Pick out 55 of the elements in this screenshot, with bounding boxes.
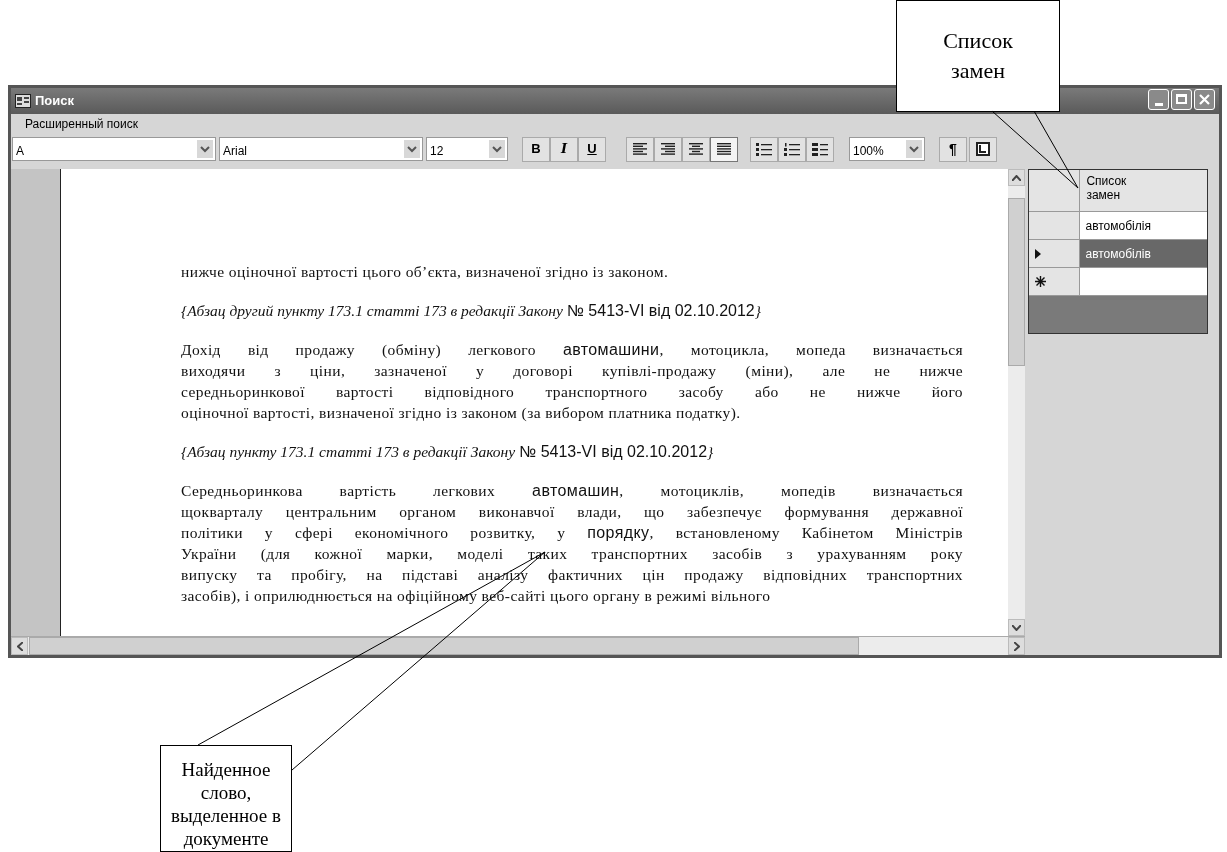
numbered-list-icon: [784, 142, 800, 156]
align-right-button[interactable]: [654, 136, 682, 162]
body-paragraph: нижче оціночної вартості цього об’єкта, визначеної згідно із законом.: [181, 262, 670, 282]
paragraph-marks-button[interactable]: ¶: [939, 136, 967, 162]
italic-button[interactable]: I: [550, 136, 578, 162]
table-cell[interactable]: [1080, 268, 1207, 296]
align-center-icon: [689, 143, 703, 155]
zoom-dropdown[interactable]: 100%: [849, 137, 925, 161]
page-icon: [976, 142, 990, 156]
size-dropdown[interactable]: 12: [426, 137, 508, 161]
align-justify-button[interactable]: [710, 136, 738, 162]
page-button[interactable]: [969, 136, 997, 162]
underline-button[interactable]: U: [578, 136, 606, 162]
new-row-icon: [1035, 276, 1046, 287]
caret-icon: [197, 140, 213, 158]
bullet-list-icon: [756, 142, 772, 156]
amendment-note: {Абзац пункту 173.1 статті 173 в редакції Закону № 5413-VI від 02.10.2012}: [181, 442, 715, 462]
scroll-left-icon: [16, 641, 23, 651]
table-cell[interactable]: автомобілія: [1080, 212, 1207, 240]
align-left-button[interactable]: [626, 136, 654, 162]
app-icon: [15, 94, 31, 108]
callout-label: Найденное слово, выделенное в документе: [160, 745, 292, 852]
corner-cell: [1029, 170, 1081, 212]
amendment-note: {Абзац другий пункту 173.1 статті 173 в редакції Закону № 5413-VI від 02.10.2012}: [181, 301, 762, 321]
font-dropdown[interactable]: Arial: [219, 137, 423, 161]
callout-label: Список замен: [896, 0, 1060, 112]
vertical-scrollbar[interactable]: [1008, 169, 1025, 636]
align-justify-icon: [717, 143, 731, 155]
table-cell[interactable]: автомобілів: [1080, 240, 1207, 268]
multilevel-list-icon: [812, 142, 828, 156]
close-button[interactable]: [1194, 88, 1215, 110]
body-paragraph: Дохід від продажу (обміну) легкового автомашини, мотоцикла, мопеда визначається виходячи з ціни, зазначеної у договорі купівлі-продажу (міни), але не нижче середньоринкової вартості відповідного транспортного засобу або не нижче його оціночної вартості, визначеної згідно із законом (за вибором платника податку).: [181, 340, 963, 423]
minimize-button[interactable]: [1148, 88, 1169, 110]
scroll-down-icon: [1012, 624, 1021, 631]
horizontal-scrollbar[interactable]: [11, 636, 1025, 655]
scroll-up-icon: [1012, 174, 1021, 181]
menu-item[interactable]: Расширенный поиск: [25, 115, 138, 133]
bold-button[interactable]: B: [522, 136, 550, 162]
align-right-icon: [661, 143, 675, 155]
align-center-button[interactable]: [682, 136, 710, 162]
row-header[interactable]: [1029, 268, 1081, 296]
scroll-right-icon: [1013, 641, 1020, 651]
numbers-list-button[interactable]: [778, 136, 806, 162]
column-header[interactable]: Список замен: [1080, 170, 1207, 212]
bullets-list-button[interactable]: [750, 136, 778, 162]
align-left-icon: [633, 143, 647, 155]
style-dropdown[interactable]: A: [12, 137, 216, 161]
outline-list-button[interactable]: [806, 136, 834, 162]
maximize-button[interactable]: [1171, 88, 1192, 110]
window-title: Поиск: [35, 92, 74, 111]
caret-icon: [404, 140, 420, 158]
current-row-icon: [1035, 248, 1041, 259]
caret-icon: [489, 140, 505, 158]
caret-icon: [906, 140, 922, 158]
close-icon: [1199, 93, 1210, 105]
